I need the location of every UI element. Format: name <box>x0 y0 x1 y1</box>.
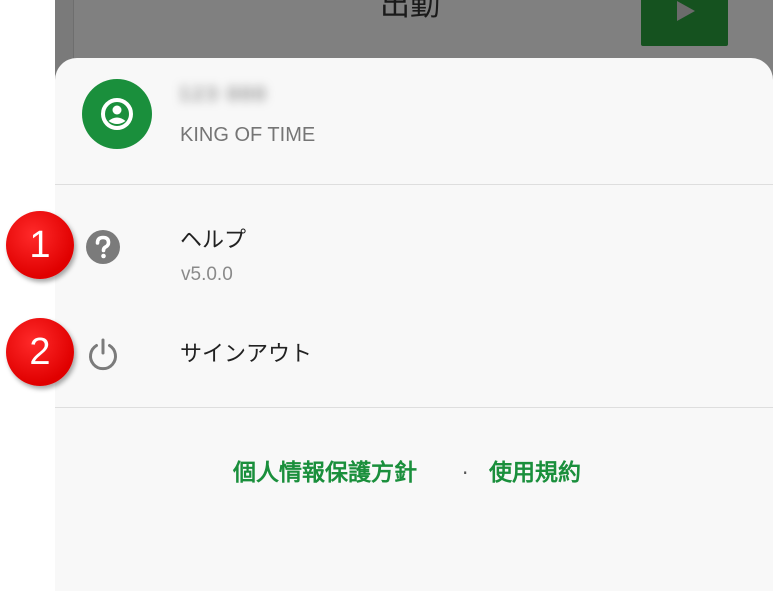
signout-label: サインアウト <box>180 342 313 367</box>
help-label: ヘルプ <box>180 228 247 253</box>
user-name-blurred: 123 000 <box>179 84 268 105</box>
menu-item-help[interactable]: ヘルプ v5.0.0 <box>55 206 773 296</box>
privacy-policy-link[interactable]: 個人情報保護方針 <box>233 453 417 487</box>
background-play-button <box>641 0 728 46</box>
divider-bottom <box>55 407 773 408</box>
menu-item-signout[interactable]: サインアウト <box>55 316 773 388</box>
account-bottom-sheet: 123 000 KING OF TIME ヘルプ v5.0.0 サインアウト 個… <box>55 58 773 591</box>
profile-header: 123 000 KING OF TIME <box>55 58 773 184</box>
power-icon <box>89 338 117 371</box>
background-clock-in-title: 出勤 <box>380 0 440 23</box>
company-name: KING OF TIME <box>180 124 316 146</box>
app-version: v5.0.0 <box>181 264 233 285</box>
play-icon <box>677 1 695 21</box>
divider-top <box>55 184 773 185</box>
help-circle-icon <box>86 230 120 264</box>
footer-links: 個人情報保護方針 . 使用規約 <box>55 453 773 493</box>
screen: 出勤 123 000 KING OF TIME ヘルプ v5.0.0 サインアウ… <box>0 0 773 591</box>
avatar <box>82 79 152 149</box>
annotation-badge-1: 1 <box>6 211 74 279</box>
annotation-badge-2: 2 <box>6 318 74 386</box>
terms-of-use-link[interactable]: 使用規約 <box>489 453 581 487</box>
link-separator: . <box>462 455 469 479</box>
account-circle-icon <box>101 98 133 130</box>
